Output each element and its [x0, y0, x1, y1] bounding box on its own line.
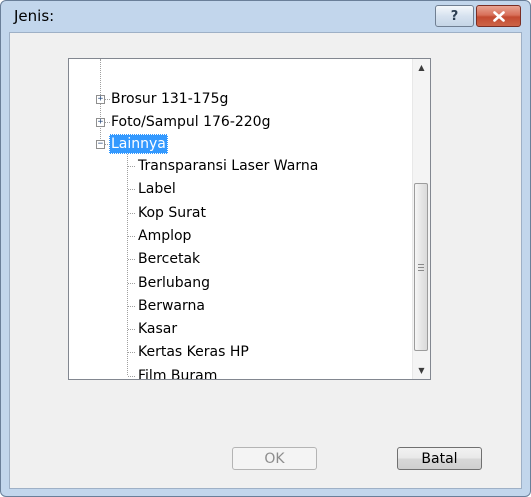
tree-child-label: Amplop	[138, 228, 192, 244]
tree-child-label: Kertas Keras HP	[138, 344, 249, 360]
tree-connector	[128, 166, 135, 167]
tree-child-label: Kop Surat	[138, 205, 206, 221]
tree-connector	[128, 283, 135, 284]
tree-connector	[128, 189, 135, 190]
thumb-grip	[418, 270, 424, 271]
title-bar[interactable]: Jenis: ?	[1, 1, 530, 31]
vertical-scrollbar[interactable]: ▲ ▼	[412, 59, 430, 379]
help-button[interactable]: ?	[435, 5, 474, 27]
paper-type-dialog: Jenis: ? + Brosur 131-175g + Foto/Sampul…	[0, 0, 531, 497]
tree-connector	[128, 259, 135, 260]
ok-button[interactable]: OK	[232, 447, 317, 470]
thumb-grip	[418, 264, 424, 265]
tree-connector	[105, 122, 110, 123]
tree-child-label: Kasar	[138, 321, 178, 337]
tree-child-label: Bercetak	[138, 251, 201, 267]
tree-node-label: Foto/Sampul 176-220g	[111, 114, 271, 130]
close-button[interactable]	[476, 5, 521, 27]
tree-connector	[128, 306, 135, 307]
tree-connector	[128, 352, 135, 353]
tree-child-label: Label	[138, 181, 176, 197]
tree-child-label: Berwarna	[138, 298, 205, 314]
tree-connector	[128, 236, 135, 237]
scroll-down-arrow-icon[interactable]: ▼	[413, 362, 430, 379]
tree-node-label: Brosur 131-175g	[111, 91, 229, 107]
expand-plus-icon[interactable]: +	[96, 118, 105, 127]
cancel-button[interactable]: Batal	[397, 447, 482, 470]
collapse-minus-icon[interactable]: −	[96, 140, 105, 149]
close-icon	[492, 10, 505, 22]
expand-plus-icon[interactable]: +	[96, 95, 105, 104]
paper-type-tree[interactable]: + Brosur 131-175g + Foto/Sampul 176-220g…	[68, 58, 431, 380]
help-icon: ?	[450, 8, 459, 24]
scroll-up-arrow-icon[interactable]: ▲	[413, 59, 430, 76]
scroll-thumb[interactable]	[414, 183, 428, 351]
tree-child-label: Film Buram	[138, 368, 218, 380]
tree-child-label: Berlubang	[138, 275, 210, 291]
thumb-grip	[418, 267, 424, 268]
tree-child-label: Transparansi Laser Warna	[138, 158, 319, 174]
tree-child-line	[127, 151, 128, 375]
tree-connector	[105, 99, 110, 100]
tree-node-label-selected: Lainnya	[109, 134, 168, 154]
tree-connector	[128, 213, 135, 214]
tree-connector	[128, 329, 135, 330]
dialog-title: Jenis:	[14, 7, 55, 25]
tree-connector	[128, 376, 135, 377]
